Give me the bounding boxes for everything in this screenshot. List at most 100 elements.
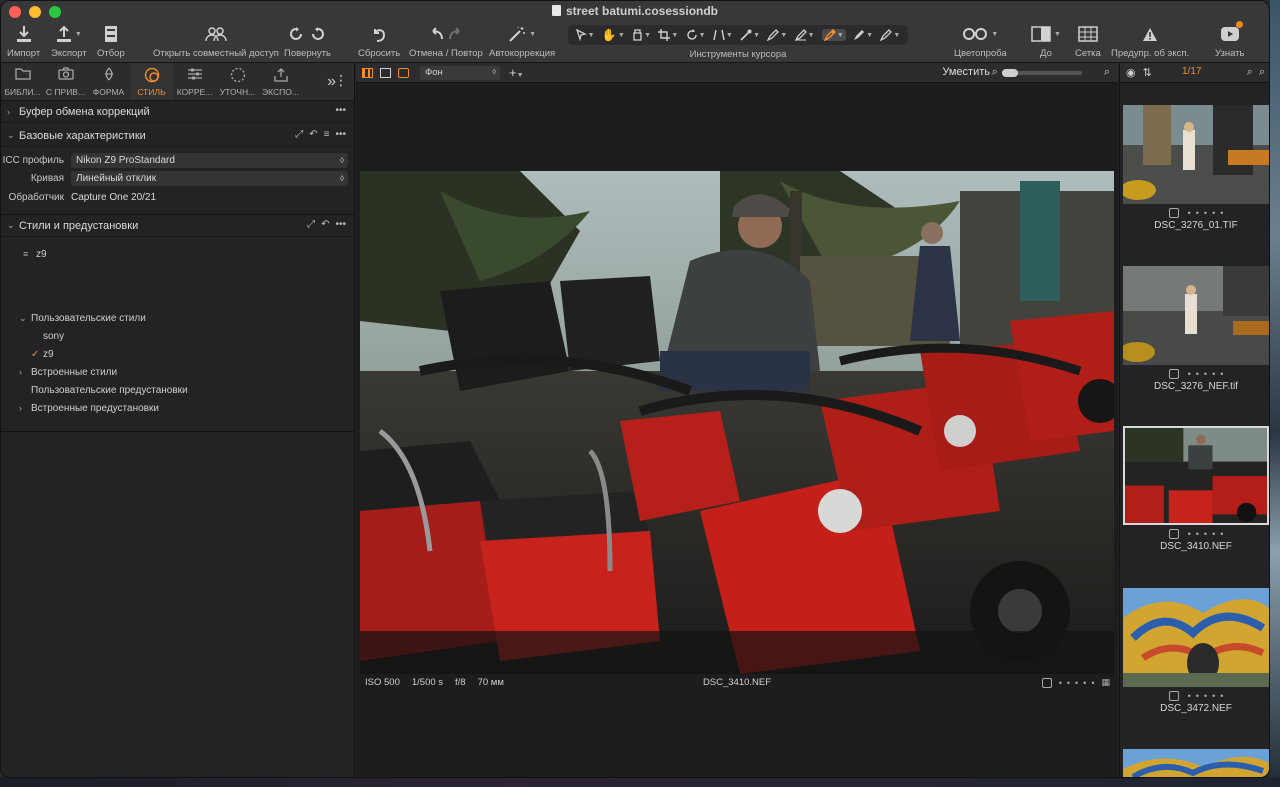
fit-label[interactable]: Уместить [942, 66, 990, 78]
thumbnail-image[interactable] [1123, 105, 1269, 204]
eye-icon[interactable]: ◉ [1126, 66, 1136, 79]
single-view-icon[interactable] [380, 67, 391, 78]
brush-cursor-tool[interactable]: ▼ [767, 29, 787, 41]
builtin-presets-group[interactable]: › Встроенные предустановки [1, 399, 354, 417]
undo-redo-button[interactable]: Отмена / Повтор [409, 23, 483, 61]
style-item-sony[interactable]: sony [1, 327, 354, 345]
chevron-down-icon: ▼ [529, 30, 537, 38]
clipboard-section-header[interactable]: › Буфер обмена коррекций ••• [1, 101, 354, 123]
user-styles-group[interactable]: ⌄ Пользовательские стили [1, 309, 354, 327]
rating-dots[interactable]: • • • • • [1188, 529, 1224, 539]
search-icon[interactable]: ⌕ [1247, 66, 1253, 79]
zoom-slider[interactable] [1001, 68, 1082, 77]
image-count: 1/17 [1182, 66, 1202, 77]
list-icon[interactable]: ≡ [324, 129, 330, 140]
rating-dots[interactable]: • • • • • [1059, 678, 1095, 688]
zoom-icon[interactable]: ⌕ [1259, 66, 1265, 79]
thumbnail-item-selected[interactable]: • • • • • DSC_3410.NEF [1120, 426, 1269, 586]
select-button[interactable]: Отбор [97, 23, 125, 61]
applied-style-item[interactable]: ≡ z9 [1, 245, 354, 263]
tabs-menu-icon[interactable]: ⋮ [334, 72, 348, 89]
exposure-warning-button[interactable]: Предупр. об эксп. [1111, 23, 1189, 61]
loupe-cursor-tool[interactable]: ▼ [632, 29, 651, 41]
keystone-cursor-tool[interactable]: ▼ [713, 29, 733, 41]
rotate-cursor-tool[interactable]: ▼ [686, 29, 706, 41]
section-menu-icon[interactable]: ••• [335, 105, 346, 116]
select-checkbox[interactable] [1041, 677, 1052, 688]
color-tag-icon[interactable]: ▦ [1101, 677, 1110, 688]
basic-section-header[interactable]: ⌄ Базовые характеристики ⤢ ↶ ≡ ••• [1, 125, 354, 147]
tab-capture[interactable]: С ПРИВ... [44, 63, 87, 100]
reset-button[interactable]: Сбросить [358, 23, 400, 61]
icc-profile-select[interactable]: Nikon Z9 ProStandard ◊ [71, 152, 348, 168]
expand-icon[interactable]: ⤢ [307, 219, 315, 230]
share-button[interactable]: Открыть совместный доступ [153, 23, 279, 61]
thumbnail-checkbox[interactable] [1168, 369, 1179, 379]
tab-lens[interactable]: ФОРМА [87, 63, 130, 100]
curve-select[interactable]: Линейный отклик ◊ [71, 170, 348, 186]
thumbnail-checkbox[interactable] [1168, 208, 1179, 218]
multi-view-icon[interactable] [362, 67, 373, 78]
zoom-in-icon[interactable]: ⌕ [1104, 66, 1110, 79]
before-button[interactable]: ▼ До [1031, 23, 1061, 61]
reset-section-icon[interactable]: ↶ [321, 219, 329, 230]
reset-icon [371, 23, 387, 45]
main-photo[interactable] [360, 171, 1114, 674]
section-menu-icon[interactable]: ••• [335, 129, 346, 140]
spot-remove-cursor-tool[interactable]: ▼ [740, 29, 760, 41]
style-item-z9[interactable]: ✓ z9 [1, 345, 354, 363]
thumbnail-item[interactable]: • • • • • DSC_3472.NEF [1120, 588, 1269, 748]
cursor-tools-label: Инструменты курсора [689, 49, 787, 60]
thumbnail-checkbox[interactable] [1168, 691, 1179, 701]
rating-dots[interactable]: • • • • • [1188, 208, 1224, 218]
crop-cursor-tool[interactable]: ▼ [658, 29, 678, 41]
learn-button[interactable]: Узнать [1215, 21, 1244, 61]
color-picker-button[interactable]: ▼ Цветопроба [954, 23, 1007, 61]
tab-export[interactable]: ЭКСПО... [259, 63, 302, 100]
thumbnail-image[interactable] [1123, 588, 1269, 687]
zoom-slider-knob[interactable] [1001, 68, 1018, 77]
user-presets-group[interactable]: Пользовательские предустановки [1, 381, 354, 399]
sliders-icon [187, 67, 203, 85]
eraser-cursor-tool[interactable]: ▼ [853, 29, 873, 41]
rating-dots[interactable]: • • • • • [1188, 369, 1224, 379]
zoom-out-icon[interactable]: ⌕ [992, 66, 998, 79]
thumbnail-item[interactable] [1120, 749, 1269, 777]
auto-adjust-button[interactable]: ▼ Автокоррекция [489, 23, 555, 61]
rotate-button[interactable]: Повернуть [284, 23, 331, 61]
picker-cursor-tool[interactable]: ▼ [880, 29, 900, 41]
expand-icon[interactable]: ⤢ [295, 129, 303, 140]
grid-label: Сетка [1075, 48, 1101, 59]
proof-view-icon[interactable] [398, 67, 409, 78]
add-layer-icon[interactable]: +▼ [509, 65, 524, 80]
export-button[interactable]: ▼ Экспорт [51, 23, 87, 61]
hand-cursor-tool[interactable]: ✋ ▼ [602, 28, 625, 42]
thumbnail-item[interactable]: • • • • • DSC_3276_01.TIF [1120, 105, 1269, 265]
tab-details[interactable]: УТОЧН... [216, 63, 259, 100]
builtin-styles-group[interactable]: › Встроенные стили [1, 363, 354, 381]
section-menu-icon[interactable]: ••• [335, 219, 346, 230]
thumbnail-image[interactable] [1123, 266, 1269, 365]
styles-section-header[interactable]: ⌄ Стили и предустановки ⤢ ↶ ••• [1, 215, 354, 237]
thumbnail-image[interactable] [1123, 426, 1269, 525]
rating-dots[interactable]: • • • • • [1188, 691, 1224, 701]
reset-section-icon[interactable]: ↶ [309, 129, 317, 140]
style-item-label: z9 [43, 348, 54, 360]
glasses-icon: ▼ [962, 23, 998, 45]
builtin-presets-label: Встроенные предустановки [31, 402, 159, 414]
icc-profile-label: ICC профиль [2, 154, 64, 166]
thumbnail-item[interactable]: • • • • • DSC_3276_NEF.tif [1120, 266, 1269, 426]
import-button[interactable]: Импорт [7, 23, 40, 61]
thumbnail-checkbox[interactable] [1168, 529, 1179, 539]
app-window: street batumi.cosessiondb Импорт ▼ Экспо… [0, 0, 1270, 778]
layer-select[interactable]: Фон ◊ [420, 65, 500, 80]
tab-style[interactable]: СТИЛЬ [130, 63, 173, 100]
tab-adjust[interactable]: КОРРЕ... [173, 63, 216, 100]
sort-icon[interactable]: ⇅ [1143, 66, 1152, 79]
thumbnail-image[interactable] [1123, 749, 1269, 777]
select-cursor-tool[interactable]: ▼ [575, 29, 595, 41]
tab-library[interactable]: БИБЛИ... [1, 63, 44, 100]
gradient-cursor-tool[interactable]: ▼ [794, 29, 815, 41]
grid-button[interactable]: Сетка [1075, 23, 1101, 61]
heal-cursor-tool[interactable]: ▼ [821, 29, 846, 41]
